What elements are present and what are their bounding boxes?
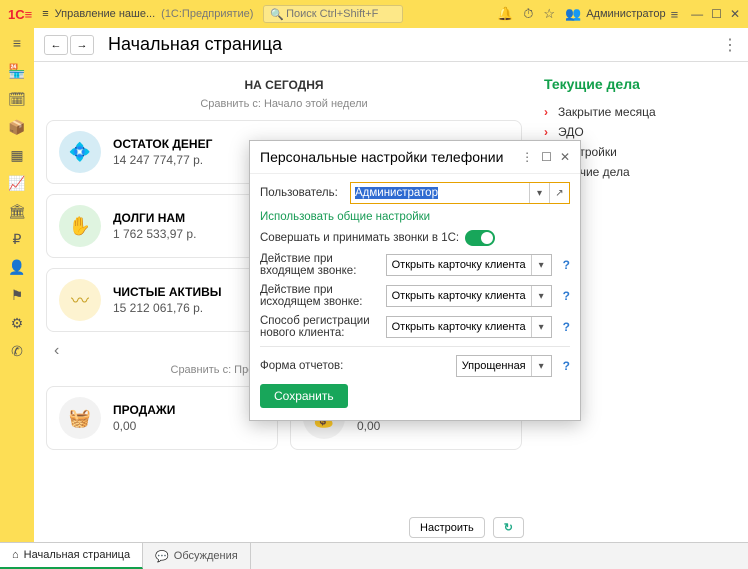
report-form-select[interactable]: Упрощенная ▾: [456, 355, 552, 377]
use-common-link[interactable]: Использовать общие настройки: [260, 211, 430, 223]
card-label: ДОЛГИ НАМ: [113, 211, 196, 225]
settings-lines-icon[interactable]: ≡: [671, 7, 679, 22]
pulse-icon: 〰: [59, 279, 101, 321]
help-icon[interactable]: ?: [563, 289, 570, 303]
sidebar-menu-icon[interactable]: ≡: [8, 34, 26, 52]
chat-icon: 💬: [155, 550, 169, 563]
sidebar-box-icon[interactable]: 📦: [8, 118, 26, 136]
sidebar-bank-icon[interactable]: 🏛: [8, 202, 26, 220]
new-client-select[interactable]: Открыть карточку клиента ▾: [386, 316, 552, 338]
refresh-button[interactable]: ↻: [493, 517, 524, 538]
modal-title: Персональные настройки телефонии: [260, 149, 503, 165]
card-value: 1 762 533,97 р.: [113, 227, 196, 241]
sidebar-phone-icon[interactable]: ✆: [8, 342, 26, 360]
tab-discuss[interactable]: 💬 Обсуждения: [143, 543, 251, 569]
left-sidebar: ≡ 🏪 🗓 📦 ▦ 📈 🏛 ₽ 👤 ⚑ ⚙ ✆: [0, 28, 34, 542]
select-value: Открыть карточку клиента: [387, 286, 531, 306]
card-label: ОСТАТОК ДЕНЕГ: [113, 137, 212, 151]
help-icon[interactable]: ?: [563, 320, 570, 334]
compare-text[interactable]: Сравнить с: Начало этой недели: [46, 98, 522, 110]
divider: [260, 346, 570, 347]
select-value: Открыть карточку клиента: [387, 317, 531, 337]
global-search[interactable]: 🔍: [263, 5, 403, 23]
tasks-title: Текущие дела: [544, 76, 738, 92]
titlebar: 1C≡ ≡ Управление наше... (1С:Предприятие…: [0, 0, 748, 28]
chevron-down-icon[interactable]: ▾: [531, 286, 551, 306]
help-icon[interactable]: ?: [563, 359, 570, 373]
configure-button[interactable]: Настроить: [409, 517, 485, 538]
task-item[interactable]: ЭДО: [544, 122, 738, 142]
telephony-settings-modal: Персональные настройки телефонии ⋮ ☐ ✕ П…: [249, 140, 581, 421]
minimize-button[interactable]: —: [691, 7, 703, 21]
new-client-label: Способ регистрации нового клиента:: [260, 315, 380, 339]
help-icon[interactable]: ?: [563, 258, 570, 272]
report-form-label: Форма отчетов:: [260, 360, 450, 372]
chevron-down-icon[interactable]: ▾: [531, 356, 551, 376]
page-menu-icon[interactable]: ⋮: [722, 35, 738, 55]
bottom-tabs: ⌂ Начальная страница 💬 Обсуждения: [0, 542, 748, 569]
burger-icon[interactable]: ≡: [42, 8, 48, 20]
sidebar-calendar-icon[interactable]: 🗓: [8, 90, 26, 108]
modal-close-icon[interactable]: ✕: [560, 150, 570, 164]
make-calls-toggle[interactable]: [465, 230, 495, 246]
hand-coin-icon: ✋: [59, 205, 101, 247]
action-in-label: Действие при входящем звонке:: [260, 253, 380, 277]
card-sales[interactable]: 🧺 ПРОДАЖИ 0,00: [46, 386, 278, 450]
chevron-down-icon[interactable]: ▾: [531, 255, 551, 275]
modal-menu-icon[interactable]: ⋮: [521, 150, 533, 164]
card-value: 0,00: [113, 419, 175, 433]
card-value: 0,00: [357, 419, 449, 433]
card-label: ПРОДАЖИ: [113, 403, 175, 417]
action-out-select[interactable]: Открыть карточку клиента ▾: [386, 285, 552, 307]
task-item[interactable]: Закрытие месяца: [544, 102, 738, 122]
save-button[interactable]: Сохранить: [260, 384, 348, 408]
users-icon[interactable]: 👥: [565, 6, 581, 22]
money-stack-icon: 💠: [59, 131, 101, 173]
sidebar-person-icon[interactable]: 👤: [8, 258, 26, 276]
user-field[interactable]: ▾ ↗: [350, 182, 570, 204]
sidebar-ruble-icon[interactable]: ₽: [8, 230, 26, 248]
nav-back-button[interactable]: ←: [44, 35, 68, 55]
tab-label: Начальная страница: [24, 549, 130, 561]
basket-icon: 🧺: [59, 397, 101, 439]
card-value: 14 247 774,77 р.: [113, 153, 212, 167]
sidebar-store-icon[interactable]: 🏪: [8, 62, 26, 80]
tab-label: Обсуждения: [174, 550, 238, 562]
chevron-down-icon[interactable]: ▾: [531, 317, 551, 337]
home-icon: ⌂: [12, 549, 19, 561]
select-value: Открыть карточку клиента: [387, 255, 531, 275]
open-icon[interactable]: ↗: [549, 183, 569, 203]
tab-home[interactable]: ⌂ Начальная страница: [0, 543, 143, 569]
action-in-select[interactable]: Открыть карточку клиента ▾: [386, 254, 552, 276]
action-out-label: Действие при исходящем звонке:: [260, 284, 380, 308]
dropdown-icon[interactable]: ▾: [529, 183, 549, 203]
make-calls-label: Совершать и принимать звонки в 1С:: [260, 232, 459, 244]
select-value: Упрощенная: [457, 356, 531, 376]
modal-maximize-icon[interactable]: ☐: [541, 150, 552, 164]
app-title: Управление наше...: [55, 8, 156, 20]
close-button[interactable]: ✕: [730, 7, 740, 21]
card-label: ЧИСТЫЕ АКТИВЫ: [113, 285, 222, 299]
sidebar-gear-icon[interactable]: ⚙: [8, 314, 26, 332]
bell-icon[interactable]: 🔔: [497, 6, 513, 22]
sidebar-grid-icon[interactable]: ▦: [8, 146, 26, 164]
search-icon: 🔍: [270, 8, 284, 21]
page-toolbar: ← → Начальная страница ⋮: [34, 28, 748, 62]
search-input[interactable]: [284, 7, 396, 21]
current-user[interactable]: Администратор: [586, 8, 665, 20]
today-header: НА СЕГОДНЯ: [46, 78, 522, 92]
card-value: 15 212 061,76 р.: [113, 301, 222, 315]
page-title: Начальная страница: [108, 34, 282, 55]
user-label: Пользователь:: [260, 187, 344, 199]
sidebar-chart-icon[interactable]: 📈: [8, 174, 26, 192]
history-icon[interactable]: ⏱: [523, 6, 533, 22]
app-subtitle: (1С:Предприятие): [161, 8, 253, 20]
star-icon[interactable]: ☆: [543, 6, 555, 22]
maximize-button[interactable]: ☐: [711, 7, 722, 21]
logo-1c: 1C≡: [8, 7, 32, 22]
sidebar-flag-icon[interactable]: ⚑: [8, 286, 26, 304]
user-input[interactable]: [351, 183, 529, 203]
nav-forward-button[interactable]: →: [70, 35, 94, 55]
